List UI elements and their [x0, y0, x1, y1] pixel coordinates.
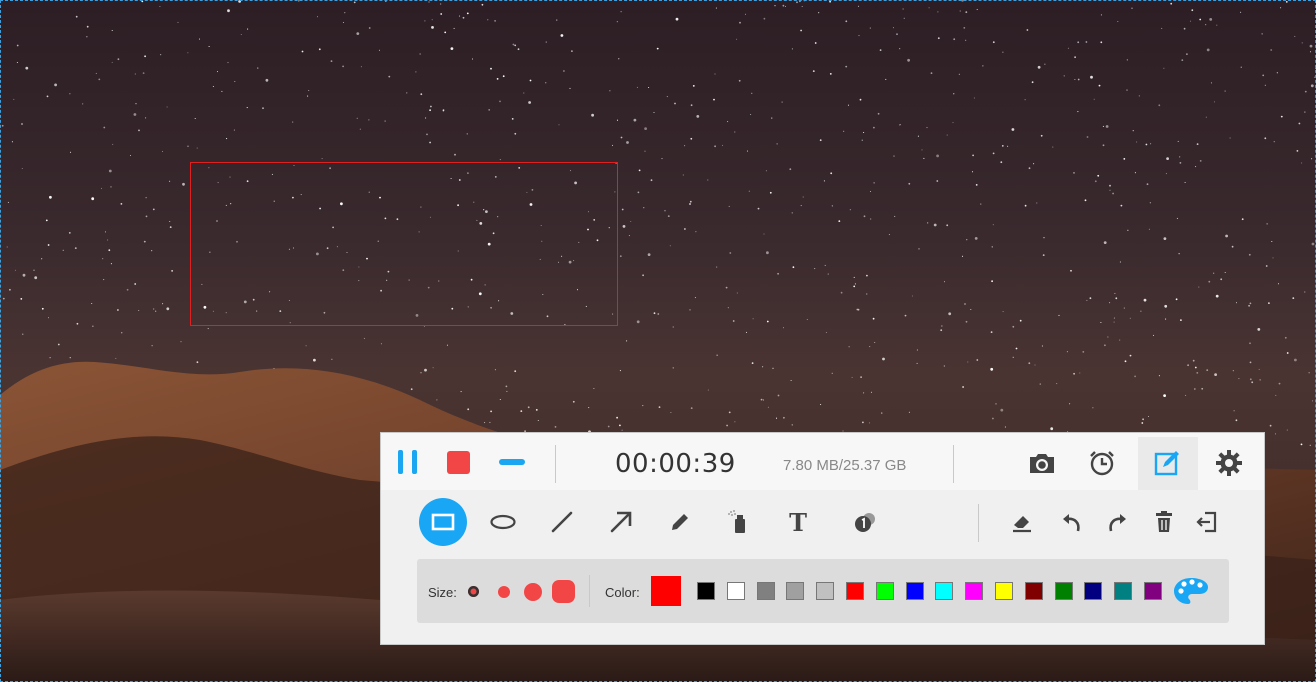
trash-icon	[1156, 511, 1172, 532]
color-swatch[interactable]	[1144, 582, 1162, 600]
color-swatch[interactable]	[726, 582, 745, 600]
recording-controls-bar: 00:00:39 7.80 MB/25.37 GB	[381, 433, 1264, 490]
redo-icon	[1109, 514, 1126, 532]
arrow-tool[interactable]	[597, 498, 645, 546]
undo-button[interactable]	[1048, 498, 1096, 546]
spray-icon	[728, 510, 745, 533]
settings-button[interactable]	[1211, 445, 1247, 481]
edit-icon	[1154, 451, 1179, 476]
recording-timer: 00:00:39	[615, 449, 736, 479]
color-swatch[interactable]	[816, 582, 835, 600]
divider	[589, 575, 590, 607]
number-step-icon	[855, 513, 875, 532]
divider	[978, 504, 979, 542]
rectangle-tool[interactable]	[419, 498, 467, 546]
custom-color-button[interactable]	[1171, 573, 1211, 609]
exit-edit-button[interactable]	[1183, 498, 1231, 546]
recording-toolbar: 00:00:39 7.80 MB/25.37 GB T Size: Color:	[380, 432, 1265, 645]
stop-icon	[446, 450, 470, 474]
arrow-icon	[610, 511, 632, 533]
size-option-xlarge[interactable]	[552, 580, 575, 603]
screenshot-button[interactable]	[1024, 445, 1060, 481]
color-swatch[interactable]	[1054, 582, 1073, 600]
schedule-button[interactable]	[1084, 445, 1120, 481]
text-icon: T	[789, 507, 807, 537]
storage-usage: 7.80 MB/25.37 GB	[783, 457, 907, 474]
color-swatch[interactable]	[846, 582, 864, 600]
spray-tool[interactable]	[715, 498, 763, 546]
drawing-options-bar: Size: Color:	[417, 559, 1229, 623]
size-option-small[interactable]	[468, 586, 479, 597]
redo-button[interactable]	[1093, 498, 1141, 546]
line-tool[interactable]	[538, 498, 586, 546]
palette-icon	[1174, 578, 1208, 604]
edit-tab[interactable]	[1138, 437, 1198, 490]
color-swatch[interactable]	[1084, 582, 1103, 600]
minimize-icon	[499, 459, 525, 465]
current-color-swatch[interactable]	[651, 576, 681, 606]
divider	[953, 445, 954, 483]
color-swatch[interactable]	[875, 582, 894, 600]
color-swatch[interactable]	[697, 582, 715, 600]
stop-button[interactable]	[441, 445, 475, 479]
rectangle-icon	[431, 513, 455, 531]
color-swatch[interactable]	[1024, 582, 1043, 600]
number-step-tool[interactable]	[842, 498, 890, 546]
exit-icon	[1196, 511, 1217, 533]
gear-icon	[1216, 450, 1242, 476]
alarm-clock-icon	[1090, 451, 1114, 476]
color-swatch[interactable]	[995, 582, 1013, 600]
color-swatch[interactable]	[786, 582, 805, 600]
color-swatch[interactable]	[756, 582, 775, 600]
clear-button[interactable]	[1140, 498, 1188, 546]
drawn-rectangle-annotation[interactable]	[190, 162, 618, 326]
color-swatch[interactable]	[905, 582, 924, 600]
line-icon	[551, 511, 573, 533]
size-option-medium[interactable]	[498, 586, 510, 598]
ellipse-tool[interactable]	[479, 498, 527, 546]
eraser-tool[interactable]	[998, 498, 1046, 546]
undo-icon	[1063, 514, 1080, 532]
drawing-tools-row: T	[381, 490, 1264, 560]
ellipse-icon	[490, 514, 516, 530]
color-swatch[interactable]	[935, 582, 954, 600]
pencil-icon	[672, 514, 688, 530]
size-label: Size:	[428, 585, 457, 600]
pause-button[interactable]	[391, 445, 425, 479]
divider	[555, 445, 556, 483]
edit-button[interactable]	[1150, 445, 1186, 481]
minimize-button[interactable]	[495, 445, 529, 479]
size-option-large[interactable]	[524, 583, 542, 601]
text-tool[interactable]: T	[774, 498, 822, 546]
camera-icon	[1030, 454, 1054, 473]
pencil-tool[interactable]	[656, 498, 704, 546]
eraser-icon	[1013, 516, 1031, 533]
color-swatch[interactable]	[1114, 582, 1133, 600]
color-label: Color:	[605, 585, 640, 600]
pause-icon	[397, 450, 419, 474]
color-swatch[interactable]	[965, 582, 984, 600]
